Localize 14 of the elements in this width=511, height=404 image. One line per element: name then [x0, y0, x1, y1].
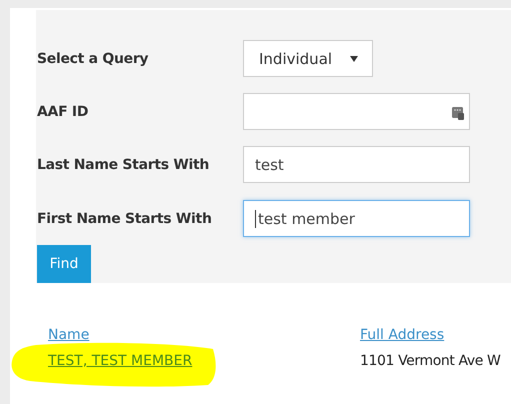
input-field[interactable]	[243, 93, 470, 130]
column-header-link[interactable]: Full Address	[360, 327, 444, 343]
query-select[interactable]: Individual	[243, 40, 373, 77]
address-cell: 1101 Vermont Ave W	[360, 353, 500, 369]
caret-icon	[350, 56, 358, 62]
field-label: First Name Starts With	[37, 210, 213, 226]
input-field[interactable]: test	[243, 146, 470, 183]
field-label: AAF ID	[37, 104, 90, 120]
input-field[interactable]: test member	[243, 200, 470, 237]
field-label: Select a Query	[37, 50, 150, 66]
field-label: Last Name Starts With	[37, 156, 210, 172]
card-icon	[452, 107, 464, 120]
find-button[interactable]: Find	[37, 245, 91, 283]
column-header-link[interactable]: Name	[48, 327, 360, 343]
